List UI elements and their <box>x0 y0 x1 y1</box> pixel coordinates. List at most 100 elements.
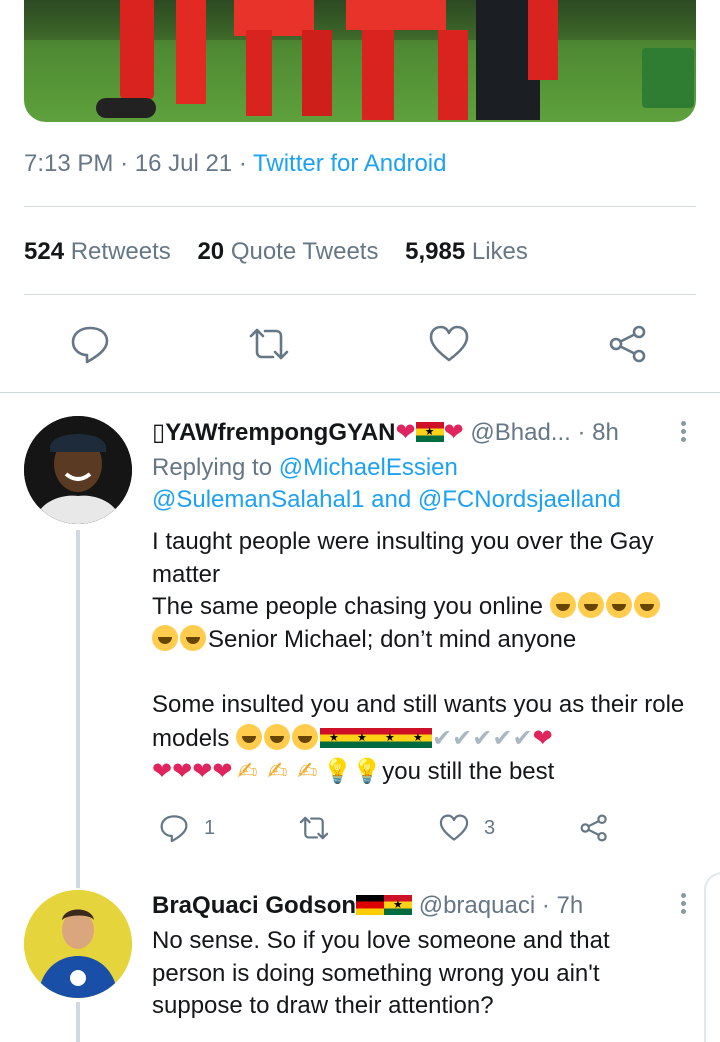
rofl-emoji <box>236 723 263 750</box>
writing-hand-emoji: ✍ <box>297 758 318 785</box>
likes-label: Likes <box>471 238 528 265</box>
replying-prefix: Replying to <box>152 454 273 481</box>
mention-link[interactable]: @FCNordsjaelland <box>418 486 621 513</box>
laughing-emoji <box>577 592 604 618</box>
reply-time[interactable]: 8h <box>592 419 619 446</box>
floating-card-edge <box>704 872 720 1042</box>
media-player-leg <box>528 0 558 80</box>
reply-text-line: The same people chasing you online <box>152 591 697 624</box>
avatar-image <box>24 416 132 524</box>
retweet-icon <box>249 328 289 360</box>
ghana-flag-emoji <box>348 727 377 748</box>
ghana-flag-emoji <box>415 422 444 442</box>
more-options-button[interactable] <box>678 890 688 918</box>
reply-like-button[interactable]: 3 <box>438 810 495 846</box>
like-count: 3 <box>484 816 496 839</box>
laughing-emoji <box>180 624 206 651</box>
quote-tweets-stat[interactable]: 20 Quote Tweets <box>197 238 378 265</box>
germany-flag-emoji <box>356 895 385 915</box>
ghana-flag-emoji <box>404 727 433 748</box>
tweet-media-image[interactable] <box>24 0 696 122</box>
reply-button[interactable] <box>68 322 112 366</box>
reply-action-bar: 1 3 <box>152 810 632 846</box>
retweets-label: Retweets <box>70 238 171 265</box>
retweet-icon <box>299 816 329 840</box>
tweet-date: 16 Jul 21 <box>134 150 233 177</box>
avatar-image <box>24 890 132 998</box>
ghana-flag-emoji <box>376 727 405 748</box>
check-emoji: ✔✔✔✔✔ <box>432 723 533 752</box>
likes-count: 5,985 <box>405 238 466 265</box>
avatar[interactable] <box>24 416 132 524</box>
replying-to: Replying to @MichaelEssien @SulemanSalah… <box>152 452 697 516</box>
reply-author-name[interactable]: BraQuaci Godson <box>152 892 356 919</box>
mention-link[interactable]: @SulemanSalahal1 <box>152 486 365 513</box>
share-icon <box>580 814 607 842</box>
divider <box>0 392 720 393</box>
reply-text-span: The same people chasing you online <box>152 593 543 620</box>
hearts-emoji: ❤❤❤❤ <box>152 757 233 785</box>
media-equipment <box>642 48 694 108</box>
heart-emoji: ❤ <box>532 723 553 752</box>
retweets-count: 524 <box>24 238 65 265</box>
likes-stat[interactable]: 5,985 Likes <box>405 238 528 265</box>
laughing-emoji <box>605 592 632 618</box>
reply-time[interactable]: 7h <box>557 892 584 919</box>
reply-text-line: ❤❤❤❤ ✍ ✍ ✍ 💡💡you still the best <box>152 755 697 789</box>
reply-text-span: you still the best <box>382 758 555 785</box>
rofl-emoji <box>292 723 319 750</box>
more-vertical-icon <box>680 421 686 426</box>
replying-and: and <box>371 486 412 513</box>
reply-author-glyph: ▯ <box>152 419 166 446</box>
heart-icon <box>429 325 469 362</box>
reply-author-name[interactable]: YAWfrempongGYAN <box>165 419 395 446</box>
reply-icon <box>71 326 109 364</box>
media-player-leg <box>302 30 332 116</box>
reply-text: I taught people were insulting you over … <box>152 526 697 789</box>
thread-line <box>76 530 80 888</box>
more-options-button[interactable] <box>678 418 688 446</box>
media-boot <box>96 98 156 118</box>
media-player-leg <box>176 0 206 104</box>
meta-separator: · <box>120 150 129 177</box>
reply-text-line: I taught people were insulting you over … <box>152 528 654 588</box>
divider <box>24 206 696 207</box>
reply-author-handle[interactable]: @Bhad... <box>470 419 570 446</box>
laughing-emoji <box>633 592 660 618</box>
meta-separator: · <box>238 150 247 177</box>
writing-hand-emoji: ✍ <box>237 758 258 785</box>
reply-author-handle[interactable]: @braquaci <box>419 892 535 919</box>
like-button[interactable] <box>427 322 471 366</box>
tweet-source-link[interactable]: Twitter for Android <box>253 150 446 177</box>
reply-header: BraQuaci Godson @braquaci · 7h <box>152 892 583 920</box>
reply-text-line: Some insulted you and still wants you as… <box>152 689 697 755</box>
laughing-emoji <box>152 624 178 651</box>
tweet-action-bar <box>0 322 720 366</box>
more-vertical-icon <box>680 893 686 898</box>
retweet-button[interactable] <box>247 322 291 366</box>
ghana-flag-emoji <box>320 727 349 748</box>
heart-emoji: ❤ <box>443 418 464 446</box>
ghana-flag-emoji <box>384 895 413 915</box>
share-icon <box>609 325 646 363</box>
avatar[interactable] <box>24 890 132 998</box>
writing-hand-emoji: ✍ <box>267 758 288 785</box>
mention-link[interactable]: @MichaelEssien <box>279 454 458 481</box>
reply-reply-button[interactable]: 1 <box>158 810 215 846</box>
reply-share-button[interactable] <box>578 810 610 846</box>
media-player-leg <box>362 30 394 120</box>
reply-header: ▯YAWfrempongGYAN❤❤ @Bhad... · 8h <box>152 418 619 447</box>
quote-tweets-label: Quote Tweets <box>230 238 379 265</box>
tweet-time: 7:13 PM <box>24 150 114 177</box>
rofl-emoji <box>264 723 291 750</box>
media-player-leg <box>438 30 468 120</box>
reply-retweet-button[interactable] <box>298 810 330 846</box>
reply-text: No sense. So if you love someone and tha… <box>152 927 610 1019</box>
media-player-shorts <box>346 0 446 30</box>
retweets-stat[interactable]: 524 Retweets <box>24 238 171 265</box>
share-button[interactable] <box>606 322 650 366</box>
tweet-stats: 524 Retweets 20 Quote Tweets 5,985 Likes <box>24 238 548 266</box>
media-player-leg <box>120 0 154 100</box>
tweet-timestamp: 7:13 PM · 16 Jul 21 · Twitter for Androi… <box>24 150 446 178</box>
bulb-emoji: 💡 <box>352 758 383 785</box>
